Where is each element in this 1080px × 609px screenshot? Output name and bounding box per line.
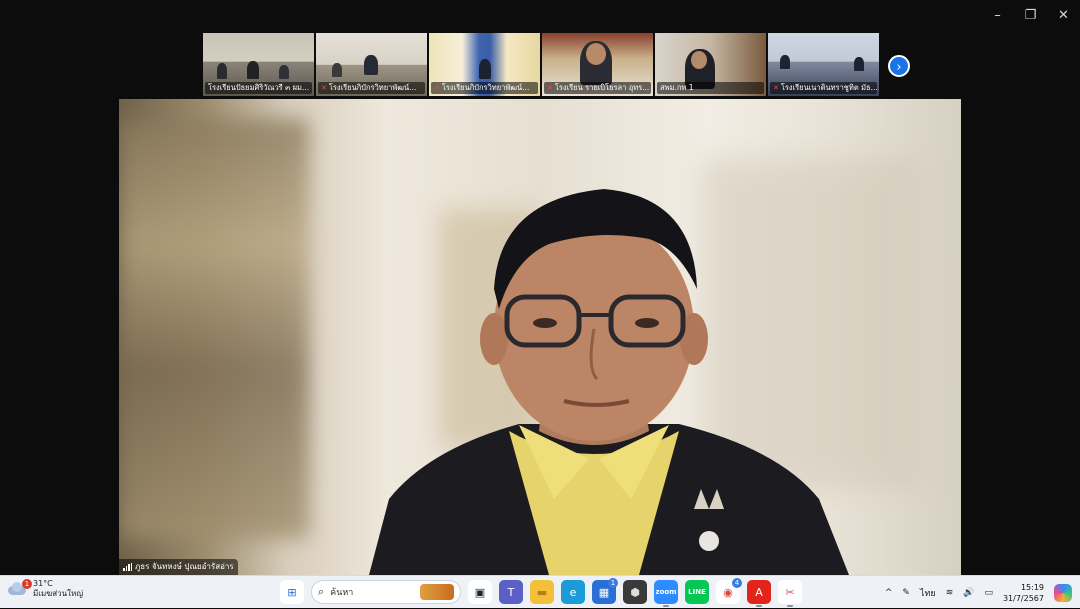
tray-chevron-icon[interactable]: ^ — [885, 588, 893, 598]
search-icon: ⌕ — [318, 585, 325, 598]
participant-name: โรงเรียนกิบักรวิทยาพัฒน์... — [328, 83, 417, 92]
dark-app-glyph: ⬢ — [630, 585, 640, 599]
clock-date: 31/7/2567 — [1002, 593, 1044, 603]
notification-badge: 1 — [22, 579, 32, 589]
teams-glyph: T — [507, 585, 515, 599]
chrome-glyph: ◉ — [723, 585, 733, 599]
participant-name: โรงเรียนเนาตินทราชูทิต มัธ... — [780, 83, 877, 92]
muted-icon: ✕ — [547, 84, 553, 92]
taskbar-search-box[interactable]: ⌕ ค้นหา — [311, 580, 461, 604]
snipping-glyph: ✂ — [785, 585, 795, 599]
participant-thumbnail-strip: โรงเรียนปัธยมศิริวัณวรี ๓ ผม... ✕ โรงเรีย… — [203, 33, 879, 97]
search-highlight-icon — [420, 584, 454, 600]
taskbar-apps: ⊞ ⌕ ค้นหา ▣ T ▬ e ▦ 1 ⬢ zoom LINE ◉ 4 A ✂ — [280, 578, 802, 607]
participant-thumbnail[interactable]: ✕ โรงเรียน รายเบิโยรลา อุทร... — [542, 33, 653, 96]
dark-app-icon[interactable]: ⬢ — [623, 580, 647, 604]
language-indicator[interactable]: ไทย — [920, 586, 936, 600]
running-indicator — [787, 605, 793, 607]
weather-desc: มีเมฆส่วนใหญ่ — [33, 589, 84, 598]
windows-start-glyph: ⊞ — [287, 585, 297, 599]
cloud-icon: 1 — [6, 579, 32, 596]
windows-taskbar: 1 31°C มีเมฆส่วนใหญ่ ⊞ ⌕ ค้นหา ▣ T ▬ e ▦ 1 ⬢ zoom L… — [0, 575, 1080, 608]
app-badge: 1 — [608, 578, 618, 588]
store-icon[interactable]: ▦ 1 — [592, 578, 618, 604]
edge-glyph: e — [569, 585, 577, 599]
participant-name: สพม.กท 1 — [660, 83, 694, 92]
speaker-name: ภูธร จันทหงษ์ ปุณยอำรัสอ่าร — [135, 562, 234, 571]
minimize-button[interactable]: – — [981, 0, 1014, 30]
snipping-icon[interactable]: ✂ — [778, 580, 802, 607]
search-placeholder: ค้นหา — [330, 588, 354, 598]
participant-name: โรงเรียนปัธยมศิริวัณวรี ๓ ผม... — [208, 83, 310, 92]
speaker-figure — [369, 189, 849, 575]
weather-widget[interactable]: 1 31°C มีเมฆส่วนใหญ่ — [6, 579, 83, 599]
next-page-button[interactable]: › — [888, 55, 910, 77]
chrome-icon[interactable]: ◉ 4 — [716, 578, 742, 604]
window-controls: – ❐ ✕ — [981, 0, 1080, 30]
volume-icon[interactable]: 🔊 — [963, 588, 974, 598]
copilot-icon[interactable] — [1054, 583, 1072, 602]
battery-icon[interactable]: ▭ — [984, 588, 993, 598]
restore-button[interactable]: ❐ — [1014, 0, 1047, 30]
participant-name: โรงเรียน รายเบิโยรลา อุทร... — [554, 83, 650, 92]
background-shelf — [119, 119, 309, 539]
running-indicator — [756, 605, 762, 607]
zoom-icon[interactable]: zoom — [654, 580, 678, 607]
participant-thumbnail[interactable]: ✕ โรงเรียนเนาตินทราชูทิต มัธ... — [768, 33, 879, 96]
weather-temp: 31°C — [33, 579, 53, 588]
participant-thumbnail[interactable]: ✕ โรงเรียนกิบักรวิทยาพัฒน์... — [316, 33, 427, 96]
active-speaker-video: ภูธร จันทหงษ์ ปุณยอำรัสอ่าร — [119, 99, 961, 575]
edge-icon[interactable]: e — [561, 580, 585, 604]
file-explorer-glyph: ▬ — [536, 585, 548, 599]
signal-icon — [123, 563, 132, 571]
participant-name: โรงเรียนกิบักรวิทยาพัฒน์... — [441, 83, 530, 92]
acrobat-icon[interactable]: A — [747, 580, 771, 607]
teams-icon[interactable]: T — [499, 580, 523, 604]
system-tray: ^ ✎ ไทย ≋ 🔊 ▭ 15:19 31/7/2567 — [885, 576, 1080, 609]
file-explorer-icon[interactable]: ▬ — [530, 580, 554, 604]
windows-start-icon[interactable]: ⊞ — [280, 580, 304, 604]
task-view-icon[interactable]: ▣ — [468, 580, 492, 604]
speaker-name-tag: ภูธร จันทหงษ์ ปุณยอำรัสอ่าร — [119, 559, 238, 575]
muted-icon: ✕ — [773, 84, 779, 92]
clock-time: 15:19 — [1020, 582, 1044, 592]
app-badge: 4 — [732, 578, 742, 588]
task-view-glyph: ▣ — [474, 585, 486, 599]
store-glyph: ▦ — [598, 585, 610, 599]
participant-thumbnail[interactable]: โรงเรียนปัธยมศิริวัณวรี ๓ ผม... — [203, 33, 314, 96]
line-icon[interactable]: LINE — [685, 580, 709, 604]
participant-thumbnail[interactable]: ✕ โรงเรียนกิบักรวิทยาพัฒน์... — [429, 33, 540, 96]
pen-icon[interactable]: ✎ — [902, 588, 910, 598]
clock[interactable]: 15:19 31/7/2567 — [1003, 582, 1044, 604]
muted-icon: ✕ — [321, 84, 327, 92]
muted-icon: ✕ — [434, 84, 440, 92]
participant-thumbnail[interactable]: สพม.กท 1 — [655, 33, 766, 96]
zoom-window: – ❐ ✕ โรงเรียนปัธยมศิริวัณวรี ๓ ผม... ✕ โ… — [0, 0, 1080, 575]
close-button[interactable]: ✕ — [1047, 0, 1080, 30]
zoom-glyph: zoom — [655, 588, 677, 596]
line-glyph: LINE — [688, 588, 706, 596]
running-indicator — [663, 605, 669, 607]
wifi-icon[interactable]: ≋ — [946, 588, 954, 598]
acrobat-glyph: A — [755, 585, 763, 599]
